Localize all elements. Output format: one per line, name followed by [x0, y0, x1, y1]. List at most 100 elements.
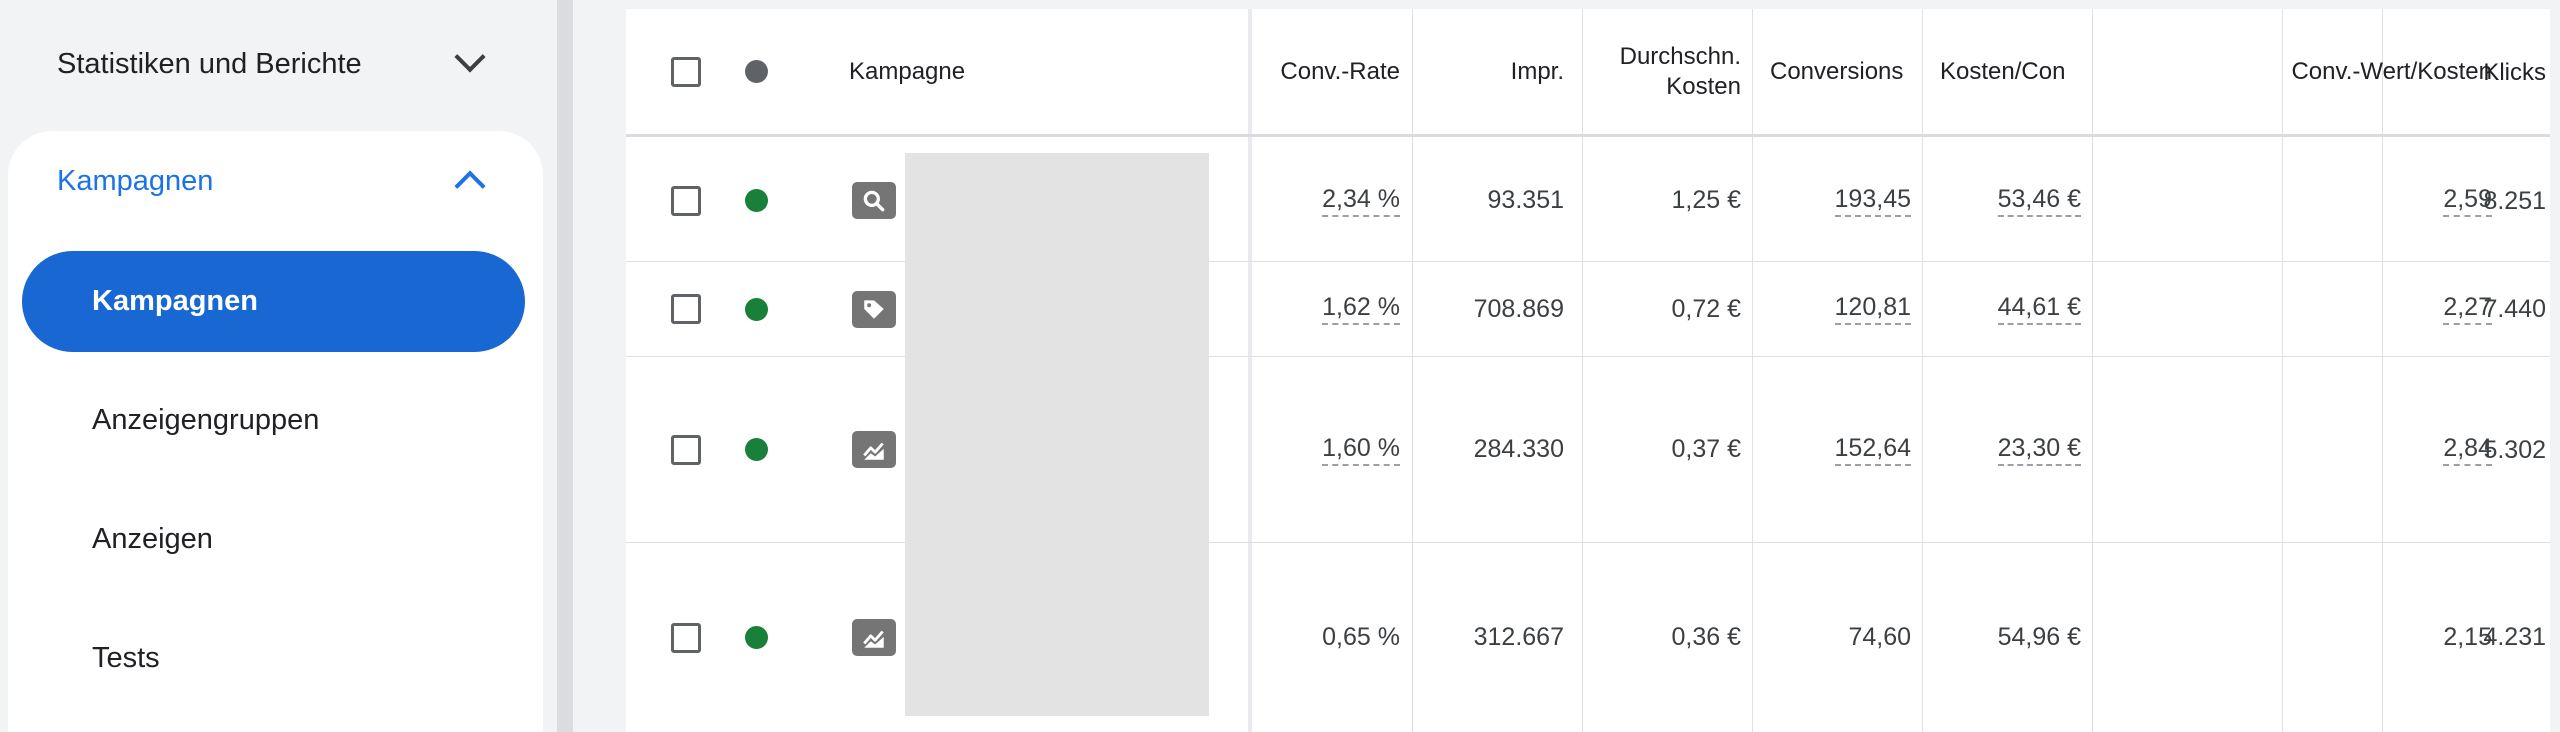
sidebar-divider[interactable] — [557, 0, 573, 732]
clicks-value: 8.251 — [2483, 186, 2546, 215]
impr-value: 93.351 — [1487, 186, 1564, 214]
sidebar: Statistiken und Berichte Kampagnen Kampa… — [0, 0, 557, 732]
row-select-cell — [671, 543, 701, 732]
clicks-header-cell[interactable]: Klicks — [2382, 9, 2546, 137]
nav-group-campaigns[interactable]: Kampagnen — [57, 165, 213, 198]
campaign-type-cell — [852, 543, 896, 732]
status-filter-icon[interactable] — [745, 60, 768, 83]
avg-cost-value: 1,25 € — [1671, 186, 1741, 214]
cost-per-conv-value: 54,96 € — [1997, 623, 2081, 651]
sidebar-item-ad-groups[interactable]: Anzeigengruppen — [22, 370, 525, 471]
avg-cost-cell: 0,36 € — [1586, 543, 1741, 732]
campaign-header-cell[interactable]: Kampagne — [849, 9, 965, 134]
conv-rate-cell[interactable]: 1,60 % — [1252, 357, 1400, 542]
performance-icon — [852, 431, 896, 468]
avg-cost-cell: 1,25 € — [1586, 140, 1741, 261]
section-header-reports[interactable]: Statistiken und Berichte — [0, 0, 540, 128]
cost-per-conv-cell: 54,96 € — [1926, 543, 2081, 732]
chevron-down-icon — [454, 41, 486, 73]
clicks-value: 4.231 — [2483, 623, 2546, 651]
campaign-type-cell — [852, 262, 896, 356]
table-header-row: Kampagne Conv.-Rate Impr. Durchschn. Kos… — [626, 9, 2560, 137]
row-select-cell — [671, 140, 701, 261]
status-enabled-icon[interactable] — [745, 189, 768, 212]
clicks-cell: 4.231 — [2382, 543, 2546, 732]
sidebar-item-label: Tests — [92, 642, 160, 674]
conversions-cell[interactable]: 193,45 — [1756, 140, 1911, 261]
conv-rate-value[interactable]: 2,34 % — [1322, 185, 1400, 217]
cost-per-conv-cell[interactable]: 53,46 € — [1926, 140, 2081, 261]
avg-cost-value: 0,37 € — [1671, 435, 1741, 463]
impr-cell: 312.667 — [1416, 543, 1564, 732]
conversions-value[interactable]: 193,45 — [1834, 185, 1911, 217]
avg-cost-header-cell[interactable]: Durchschn. Kosten — [1586, 9, 1741, 134]
column-header-clicks[interactable]: Klicks — [2483, 58, 2546, 88]
sidebar-item-ads[interactable]: Anzeigen — [22, 489, 525, 590]
row-checkbox[interactable] — [671, 434, 701, 465]
conv-rate-cell[interactable]: 1,62 % — [1252, 262, 1400, 356]
conversions-value[interactable]: 152,64 — [1834, 434, 1911, 466]
campaign-type-cell — [852, 140, 896, 261]
status-enabled-icon[interactable] — [745, 297, 768, 321]
status-cell — [745, 543, 768, 732]
avg-cost-value: 0,72 € — [1671, 294, 1741, 323]
cost-per-conv-value[interactable]: 44,61 € — [1997, 293, 2081, 325]
conv-rate-value[interactable]: 1,62 % — [1322, 293, 1400, 325]
conversions-value[interactable]: 120,81 — [1834, 293, 1911, 325]
row-checkbox[interactable] — [671, 294, 701, 324]
column-header-avg-cost-line1: Durchschn. — [1619, 42, 1741, 70]
sidebar-item-label: Anzeigen — [92, 523, 213, 555]
conversions-cell[interactable]: 152,64 — [1756, 357, 1911, 542]
redacted-campaign-names — [905, 153, 1209, 716]
cost-per-conv-header-cell[interactable]: Kosten/Con — [1940, 9, 2088, 134]
status-enabled-icon[interactable] — [745, 438, 768, 461]
content-gutter — [573, 0, 626, 732]
column-header-avg-cost-line2: Kosten — [1666, 72, 1741, 100]
column-header-impressions[interactable]: Impr. — [1511, 57, 1564, 87]
conv-rate-value[interactable]: 1,60 % — [1322, 434, 1400, 466]
status-enabled-icon[interactable] — [745, 626, 768, 649]
row-checkbox[interactable] — [671, 622, 701, 653]
select-all-cell — [671, 9, 701, 134]
column-header-conversions[interactable]: Conversions — [1770, 57, 1903, 87]
impr-cell: 284.330 — [1416, 357, 1564, 542]
column-header-avg-cost[interactable]: Durchschn. Kosten — [1620, 42, 1741, 102]
performance-icon — [852, 619, 896, 656]
impr-value: 312.667 — [1473, 623, 1564, 651]
row-checkbox[interactable] — [671, 185, 701, 216]
clicks-cell: 5.302 — [2382, 357, 2546, 543]
sidebar-item-label: Anzeigengruppen — [92, 404, 320, 436]
search-icon — [852, 182, 896, 219]
column-header-conv-rate[interactable]: Conv.-Rate — [1280, 57, 1400, 87]
impr-cell: 93.351 — [1416, 140, 1564, 261]
conv-rate-cell[interactable]: 2,34 % — [1252, 140, 1400, 261]
conversions-header-cell[interactable]: Conversions — [1770, 9, 1918, 134]
conv-rate-value: 0,65 % — [1322, 623, 1400, 651]
column-header-campaign[interactable]: Kampagne — [849, 57, 965, 87]
avg-cost-cell: 0,72 € — [1586, 262, 1741, 356]
cost-per-conv-cell[interactable]: 44,61 € — [1926, 262, 2081, 356]
conversions-value: 74,60 — [1848, 623, 1911, 651]
campaign-type-cell — [852, 357, 896, 542]
cost-per-conv-value[interactable]: 53,46 € — [1997, 185, 2081, 217]
avg-cost-cell: 0,37 € — [1586, 357, 1741, 542]
conv-rate-header-cell[interactable]: Conv.-Rate — [1252, 9, 1400, 134]
status-cell — [745, 357, 768, 542]
select-all-checkbox[interactable] — [671, 56, 701, 87]
status-cell — [745, 140, 768, 261]
sidebar-item-tests[interactable]: Tests — [22, 608, 525, 709]
clicks-cell: 7.440 — [2382, 262, 2546, 357]
status-header-cell — [745, 9, 768, 134]
row-select-cell — [671, 357, 701, 542]
conv-rate-cell: 0,65 % — [1252, 543, 1400, 732]
impr-value: 284.330 — [1473, 435, 1564, 463]
impr-header-cell[interactable]: Impr. — [1416, 9, 1564, 134]
cost-per-conv-cell[interactable]: 23,30 € — [1926, 357, 2081, 542]
column-header-cost-per-conv[interactable]: Kosten/Con — [1940, 57, 2065, 87]
sidebar-item-campaigns[interactable]: Kampagnen — [22, 251, 525, 352]
conversions-cell: 74,60 — [1756, 543, 1911, 732]
clicks-cell: 8.251 — [2382, 140, 2546, 262]
avg-cost-value: 0,36 € — [1671, 623, 1741, 651]
conversions-cell[interactable]: 120,81 — [1756, 262, 1911, 356]
cost-per-conv-value[interactable]: 23,30 € — [1997, 434, 2081, 466]
